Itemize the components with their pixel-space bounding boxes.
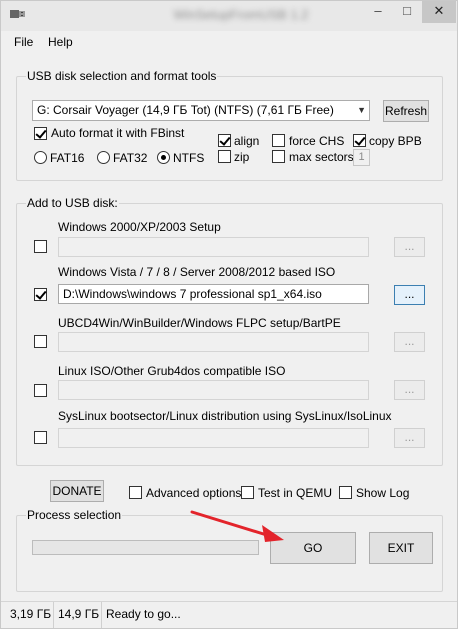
source-label-win2000: Windows 2000/XP/2003 Setup xyxy=(58,220,221,234)
browse-button-vista78[interactable]: ... xyxy=(394,285,425,305)
source-label-syslinux: SysLinux bootsector/Linux distribution u… xyxy=(58,409,392,423)
status-free-space: 3,19 ГБ xyxy=(6,602,54,628)
test-qemu-checkbox[interactable] xyxy=(241,486,254,499)
source-checkbox-vista78[interactable] xyxy=(34,288,47,301)
process-group-title: Process selection xyxy=(26,508,123,522)
usb-app-icon xyxy=(10,10,25,18)
auto-format-checkbox[interactable] xyxy=(34,127,47,140)
fat32-label: FAT32 xyxy=(113,151,148,165)
source-path-vista78[interactable]: D:\Windows\windows 7 professional sp1_x6… xyxy=(58,284,369,304)
max-sectors-label: max sectors xyxy=(289,150,354,164)
source-path-syslinux[interactable] xyxy=(58,428,369,448)
status-bar: 3,19 ГБ 14,9 ГБ Ready to go... xyxy=(1,601,457,628)
copy-bpb-label: copy BPB xyxy=(369,134,422,148)
menu-file[interactable]: File xyxy=(14,35,33,49)
maximize-icon[interactable]: □ xyxy=(393,1,421,23)
source-checkbox-win2000[interactable] xyxy=(34,240,47,253)
source-checkbox-linux-iso[interactable] xyxy=(34,384,47,397)
align-label: align xyxy=(234,134,260,148)
test-qemu-label: Test in QEMU xyxy=(258,486,333,500)
close-icon[interactable]: ✕ xyxy=(422,1,456,23)
show-log-checkbox[interactable] xyxy=(339,486,352,499)
usb-disk-group-title: USB disk selection and format tools xyxy=(26,69,218,83)
copy-bpb-checkbox[interactable] xyxy=(353,134,366,147)
source-label-ubcd4win: UBCD4Win/WinBuilder/Windows FLPC setup/B… xyxy=(58,316,341,330)
force-chs-label: force CHS xyxy=(289,134,345,148)
title-bar[interactable]: WinSetupFromUSB 1.2 – □ ✕ xyxy=(1,1,457,31)
browse-button-linux-iso[interactable]: ... xyxy=(394,380,425,400)
ntfs-label: NTFS xyxy=(173,151,205,165)
ntfs-radio[interactable] xyxy=(157,151,170,164)
advanced-options-checkbox[interactable] xyxy=(129,486,142,499)
source-label-vista78: Windows Vista / 7 / 8 / Server 2008/2012… xyxy=(58,265,336,279)
zip-checkbox[interactable] xyxy=(218,150,231,163)
source-checkbox-syslinux[interactable] xyxy=(34,431,47,444)
max-sectors-checkbox[interactable] xyxy=(272,150,285,163)
source-checkbox-ubcd4win[interactable] xyxy=(34,335,47,348)
auto-format-label: Auto format it with FBinst xyxy=(51,126,185,140)
force-chs-checkbox[interactable] xyxy=(272,134,285,147)
usb-disk-select-value: G: Corsair Voyager (14,9 ГБ Tot) (NTFS) … xyxy=(37,103,334,117)
fat16-radio[interactable] xyxy=(34,151,47,164)
zip-label: zip xyxy=(234,150,250,164)
max-sectors-input[interactable]: 1 xyxy=(353,149,370,166)
window-title: WinSetupFromUSB 1.2 xyxy=(173,7,309,22)
menu-bar: File Help xyxy=(1,32,457,54)
browse-button-ubcd4win[interactable]: ... xyxy=(394,332,425,352)
annotation-arrow-icon xyxy=(190,510,284,542)
refresh-button[interactable]: Refresh xyxy=(383,100,429,122)
minimize-icon[interactable]: – xyxy=(364,1,392,23)
add-to-usb-group-title: Add to USB disk: xyxy=(26,196,119,210)
fat32-radio[interactable] xyxy=(97,151,110,164)
exit-button[interactable]: EXIT xyxy=(369,532,433,564)
align-checkbox[interactable] xyxy=(218,134,231,147)
donate-button[interactable]: DONATE xyxy=(50,480,104,502)
source-path-win2000[interactable] xyxy=(58,237,369,257)
browse-button-syslinux[interactable]: ... xyxy=(394,428,425,448)
status-total-space: 14,9 ГБ xyxy=(54,602,102,628)
app-window: WinSetupFromUSB 1.2 – □ ✕ File Help USB … xyxy=(0,0,458,629)
show-log-label: Show Log xyxy=(356,486,410,500)
status-message: Ready to go... xyxy=(106,607,181,621)
source-label-linux-iso: Linux ISO/Other Grub4dos compatible ISO xyxy=(58,364,286,378)
browse-button-win2000[interactable]: ... xyxy=(394,237,425,257)
advanced-options-label: Advanced options xyxy=(146,486,242,500)
source-path-ubcd4win[interactable] xyxy=(58,332,369,352)
usb-disk-select[interactable]: G: Corsair Voyager (14,9 ГБ Tot) (NTFS) … xyxy=(32,100,370,121)
chevron-down-icon: ▼ xyxy=(357,105,366,115)
source-path-linux-iso[interactable] xyxy=(58,380,369,400)
fat16-label: FAT16 xyxy=(50,151,85,165)
menu-help[interactable]: Help xyxy=(48,35,73,49)
